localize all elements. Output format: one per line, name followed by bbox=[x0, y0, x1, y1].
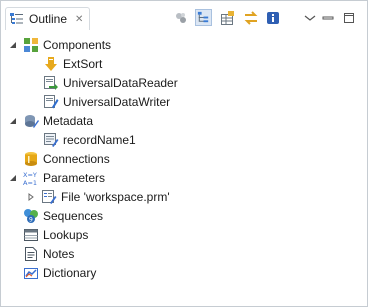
close-icon[interactable]: ✕ bbox=[75, 14, 83, 25]
sync-icon[interactable] bbox=[243, 10, 259, 26]
tree-item-workspace-prm[interactable]: File 'workspace.prm' bbox=[25, 187, 170, 206]
svg-text:9: 9 bbox=[29, 216, 33, 223]
tree-item-label: ExtSort bbox=[63, 56, 103, 71]
tree-item-label: Parameters bbox=[43, 170, 106, 185]
expanded-arrow-icon[interactable] bbox=[7, 115, 19, 127]
collapsed-arrow-icon[interactable] bbox=[25, 191, 37, 203]
maximize-icon[interactable] bbox=[341, 10, 357, 26]
info-icon[interactable] bbox=[265, 10, 281, 26]
reader-icon bbox=[43, 75, 59, 91]
notes-icon bbox=[23, 246, 39, 262]
lookups-icon bbox=[23, 227, 39, 243]
tree-item-label: recordName1 bbox=[63, 132, 136, 147]
view-tabbar: Outline ✕ bbox=[1, 1, 367, 33]
tree-item-label: Metadata bbox=[43, 113, 94, 128]
minimize-icon[interactable] bbox=[320, 10, 336, 26]
tree-item-label: Dictionary bbox=[43, 265, 97, 280]
tree-item-label: Components bbox=[43, 37, 112, 52]
tree-item-label: UniversalDataReader bbox=[63, 75, 178, 90]
outline-view: Outline ✕ Components ExtSort UniversalDa… bbox=[0, 0, 368, 307]
sort-icon bbox=[43, 56, 59, 72]
filter-icon[interactable] bbox=[173, 10, 189, 26]
tree-item-dictionary[interactable]: Dictionary bbox=[23, 263, 96, 282]
dictionary-icon bbox=[23, 265, 39, 281]
components-icon bbox=[23, 37, 39, 53]
expanded-arrow-icon[interactable] bbox=[7, 172, 19, 184]
tab-title: Outline bbox=[29, 12, 68, 26]
parameters-icon: X=Y A=1 bbox=[23, 170, 39, 187]
tree-item-notes[interactable]: Notes bbox=[23, 244, 74, 263]
tree-item-label: Lookups bbox=[43, 227, 89, 242]
tab-outline[interactable]: Outline ✕ bbox=[5, 7, 91, 30]
tree-item-parameters[interactable]: X=Y A=1 Parameters bbox=[7, 168, 105, 187]
tree-item-recordname1[interactable]: recordName1 bbox=[43, 130, 136, 149]
view-menu-icon[interactable] bbox=[302, 10, 318, 26]
writer-icon bbox=[43, 94, 59, 110]
parameter-file-icon bbox=[41, 189, 57, 205]
tree-item-extsort[interactable]: ExtSort bbox=[43, 54, 102, 73]
hierarchy-icon[interactable] bbox=[195, 9, 212, 26]
sequences-icon: 9 bbox=[23, 208, 39, 224]
tree-item-label: File 'workspace.prm' bbox=[61, 189, 170, 204]
tree-item-components[interactable]: Components bbox=[7, 35, 111, 54]
tree-item-universaldatawriter[interactable]: UniversalDataWriter bbox=[43, 92, 170, 111]
tree-item-label: Notes bbox=[43, 246, 75, 261]
tree-item-label: UniversalDataWriter bbox=[63, 94, 171, 109]
tree-item-metadata[interactable]: Metadata bbox=[7, 111, 93, 130]
tree-item-universaldatareader[interactable]: UniversalDataReader bbox=[43, 73, 178, 92]
record-icon bbox=[43, 132, 59, 148]
svg-text:A=1: A=1 bbox=[23, 179, 37, 186]
expanded-arrow-icon[interactable] bbox=[7, 39, 19, 51]
tree-item-sequences[interactable]: 9 Sequences bbox=[23, 206, 103, 225]
svg-text:X=Y: X=Y bbox=[23, 171, 37, 179]
tree-item-lookups[interactable]: Lookups bbox=[23, 225, 88, 244]
tree-item-label: Connections bbox=[43, 151, 110, 166]
tree-item-label: Sequences bbox=[43, 208, 104, 223]
outline-icon bbox=[9, 11, 25, 27]
grid-icon[interactable] bbox=[220, 10, 236, 26]
tree-item-connections[interactable]: Connections bbox=[23, 149, 110, 168]
metadata-icon bbox=[23, 113, 39, 129]
connections-icon bbox=[23, 151, 39, 167]
